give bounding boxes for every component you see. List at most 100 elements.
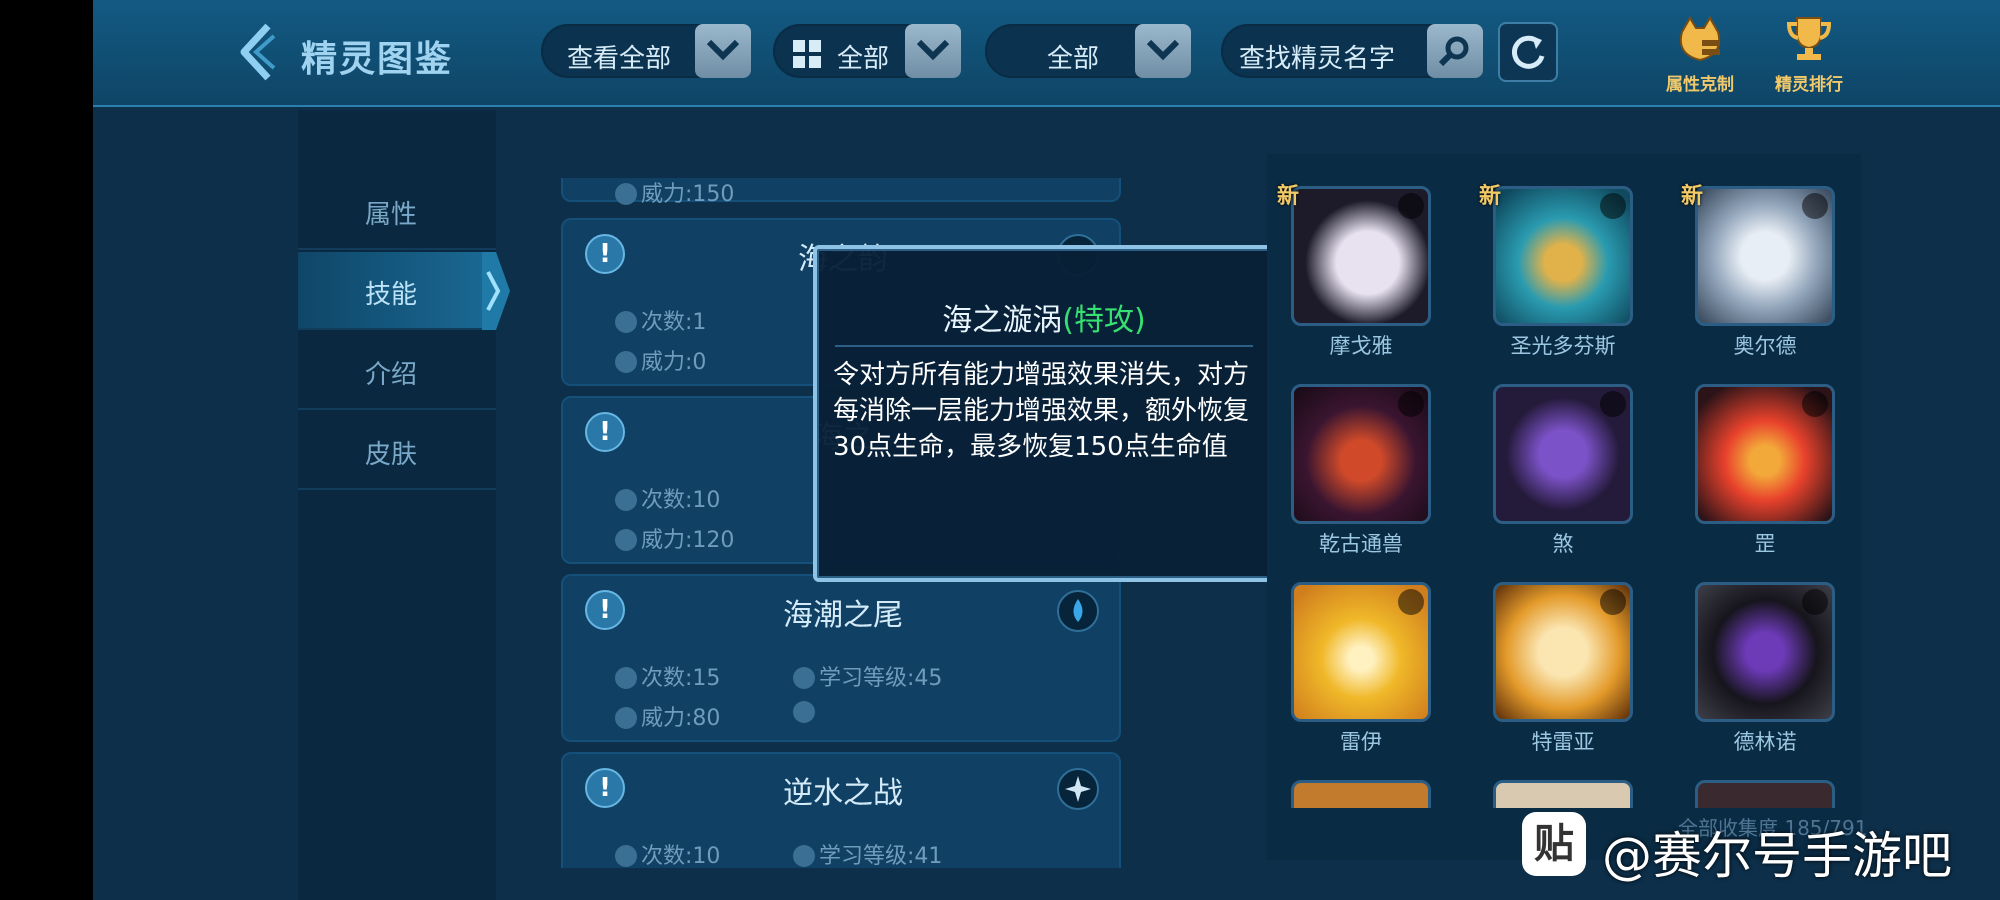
element-icon	[1600, 589, 1626, 615]
power-icon	[615, 529, 637, 551]
skill-pp: 次数:1	[615, 304, 706, 336]
sprite-portrait	[1291, 780, 1431, 808]
normal-type-icon	[1057, 768, 1099, 810]
element-icon	[1398, 391, 1424, 417]
filter-label: 全部	[1047, 44, 1100, 74]
grid-icon	[793, 40, 821, 68]
tooltip-title: 海之漩涡(特攻)	[817, 295, 1271, 339]
info-icon[interactable]: !	[585, 768, 625, 808]
dropdown-button[interactable]	[695, 24, 751, 78]
sprite-cell[interactable]: 新 奥尔德	[1681, 184, 1835, 360]
skill-power: 威力:80	[615, 700, 720, 732]
type-chart-label: 属性克制	[1666, 75, 1734, 95]
filter-type[interactable]: 全部	[773, 24, 961, 78]
tooltip-divider	[835, 345, 1253, 347]
filter-label: 全部	[837, 44, 890, 74]
skill-power: 威力:120	[615, 522, 734, 554]
search-button[interactable]	[1427, 24, 1483, 78]
dropdown-button[interactable]	[905, 24, 961, 78]
sprite-cell[interactable]: 煞	[1493, 384, 1633, 558]
sprite-name: 煞	[1552, 532, 1574, 556]
sprite-cell[interactable]	[1493, 780, 1633, 808]
sprite-cell[interactable]: 新 圣光多芬斯	[1479, 184, 1633, 360]
ranking-button[interactable]: 精灵排行	[1759, 14, 1859, 95]
sprite-portrait	[1493, 582, 1633, 722]
sprite-cell[interactable]: 罡	[1695, 384, 1835, 558]
pp-icon	[615, 489, 637, 511]
category-icon	[793, 701, 815, 723]
tab-skills[interactable]: 技能	[298, 252, 510, 330]
skill-level: 学习等级:45	[793, 660, 942, 692]
info-icon[interactable]: !	[585, 412, 625, 452]
skill-level: 学习等级:41	[793, 838, 942, 868]
water-type-icon	[1057, 590, 1099, 632]
chevron-down-icon	[706, 39, 740, 61]
sprite-name: 特雷亚	[1531, 730, 1595, 754]
level-icon	[793, 667, 815, 689]
back-button[interactable]	[238, 22, 278, 82]
filter-view-all[interactable]: 查看全部	[541, 24, 751, 78]
filter-element[interactable]: 全部	[985, 24, 1191, 78]
search-icon	[1438, 36, 1469, 66]
skill-power: 威力:0	[615, 344, 706, 376]
search-input[interactable]: 查找精灵名字	[1239, 38, 1395, 75]
sprite-cell[interactable]: 特雷亚	[1493, 582, 1633, 756]
chevron-down-icon	[1146, 39, 1180, 61]
refresh-button[interactable]	[1498, 22, 1558, 82]
dropdown-button[interactable]	[1135, 24, 1191, 78]
pp-icon	[615, 311, 637, 333]
element-icon	[1802, 193, 1828, 219]
new-badge: 新	[1277, 184, 1300, 209]
sprite-grid[interactable]: 新 摩戈雅 新 圣光多芬斯 新 奥尔德 乾古通兽 煞 罡 雷伊 特雷亚 德林诺	[1267, 154, 1861, 860]
sprite-name: 德林诺	[1733, 730, 1797, 754]
type-chart-button[interactable]: 属性克制	[1650, 14, 1750, 95]
sprite-portrait	[1493, 780, 1633, 808]
trophy-icon	[1786, 17, 1832, 60]
skill-card[interactable]: 威力:150	[561, 178, 1121, 207]
new-badge: 新	[1479, 184, 1502, 209]
tooltip-skill-type: (特攻)	[1062, 303, 1146, 338]
sprite-cell[interactable]: 新 摩戈雅	[1277, 184, 1431, 360]
sprite-name: 罡	[1754, 532, 1776, 556]
skill-pp: 次数:10	[615, 482, 720, 514]
tab-attributes[interactable]: 属性	[298, 172, 496, 250]
new-badge: 新	[1681, 184, 1704, 209]
tooltip-skill-name: 海之漩涡	[942, 303, 1063, 338]
ranking-label: 精灵排行	[1775, 75, 1843, 95]
skill-name: 海潮之尾	[783, 598, 903, 633]
sprite-cell[interactable]	[1291, 780, 1431, 808]
top-bar: 精灵图鉴 查看全部 全部 全部 查找精灵名字 属性克制 精灵排行	[93, 0, 2000, 107]
skill-card[interactable]: ! 海潮之尾 次数:15 学习等级:45 威力:80	[561, 574, 1121, 742]
sprite-portrait	[1695, 780, 1835, 808]
element-icon	[1600, 193, 1626, 219]
tooltip-description: 令对方所有能力增强效果消失，对方每消除一层能力增强效果，额外恢复30点生命，最多…	[833, 360, 1250, 462]
tab-skins[interactable]: 皮肤	[298, 412, 496, 490]
info-icon[interactable]: !	[585, 590, 625, 630]
back-arrow-icon	[240, 23, 276, 81]
tab-label: 技能	[364, 280, 417, 310]
sprite-cell[interactable]	[1695, 780, 1835, 808]
tab-intro[interactable]: 介绍	[298, 332, 496, 410]
sprite-portrait	[1493, 384, 1633, 524]
skill-card[interactable]: ! 逆水之战 次数:10 学习等级:41	[561, 752, 1121, 868]
element-icon	[1600, 391, 1626, 417]
info-icon[interactable]: !	[585, 234, 625, 274]
element-icon	[1398, 193, 1424, 219]
pp-icon	[615, 845, 637, 867]
sprite-cell[interactable]: 德林诺	[1695, 582, 1835, 756]
sprite-portrait	[1695, 582, 1835, 722]
sprite-portrait	[1291, 384, 1431, 524]
search-box[interactable]: 查找精灵名字	[1221, 24, 1483, 78]
skill-power: 威力:150	[615, 178, 734, 208]
filter-label: 查看全部	[567, 44, 672, 74]
electric-element-icon	[1398, 589, 1424, 615]
refresh-icon	[1512, 35, 1545, 69]
power-icon	[615, 183, 637, 205]
sprite-cell[interactable]: 雷伊	[1291, 582, 1431, 756]
power-icon	[615, 707, 637, 729]
sprite-cell[interactable]: 乾古通兽	[1291, 384, 1431, 558]
fire-element-icon	[1802, 391, 1828, 417]
level-icon	[793, 845, 815, 867]
skill-tooltip: 海之漩涡(特攻) 令对方所有能力增强效果消失，对方每消除一层能力增强效果，额外恢…	[813, 245, 1275, 582]
chevron-down-icon	[916, 39, 950, 61]
